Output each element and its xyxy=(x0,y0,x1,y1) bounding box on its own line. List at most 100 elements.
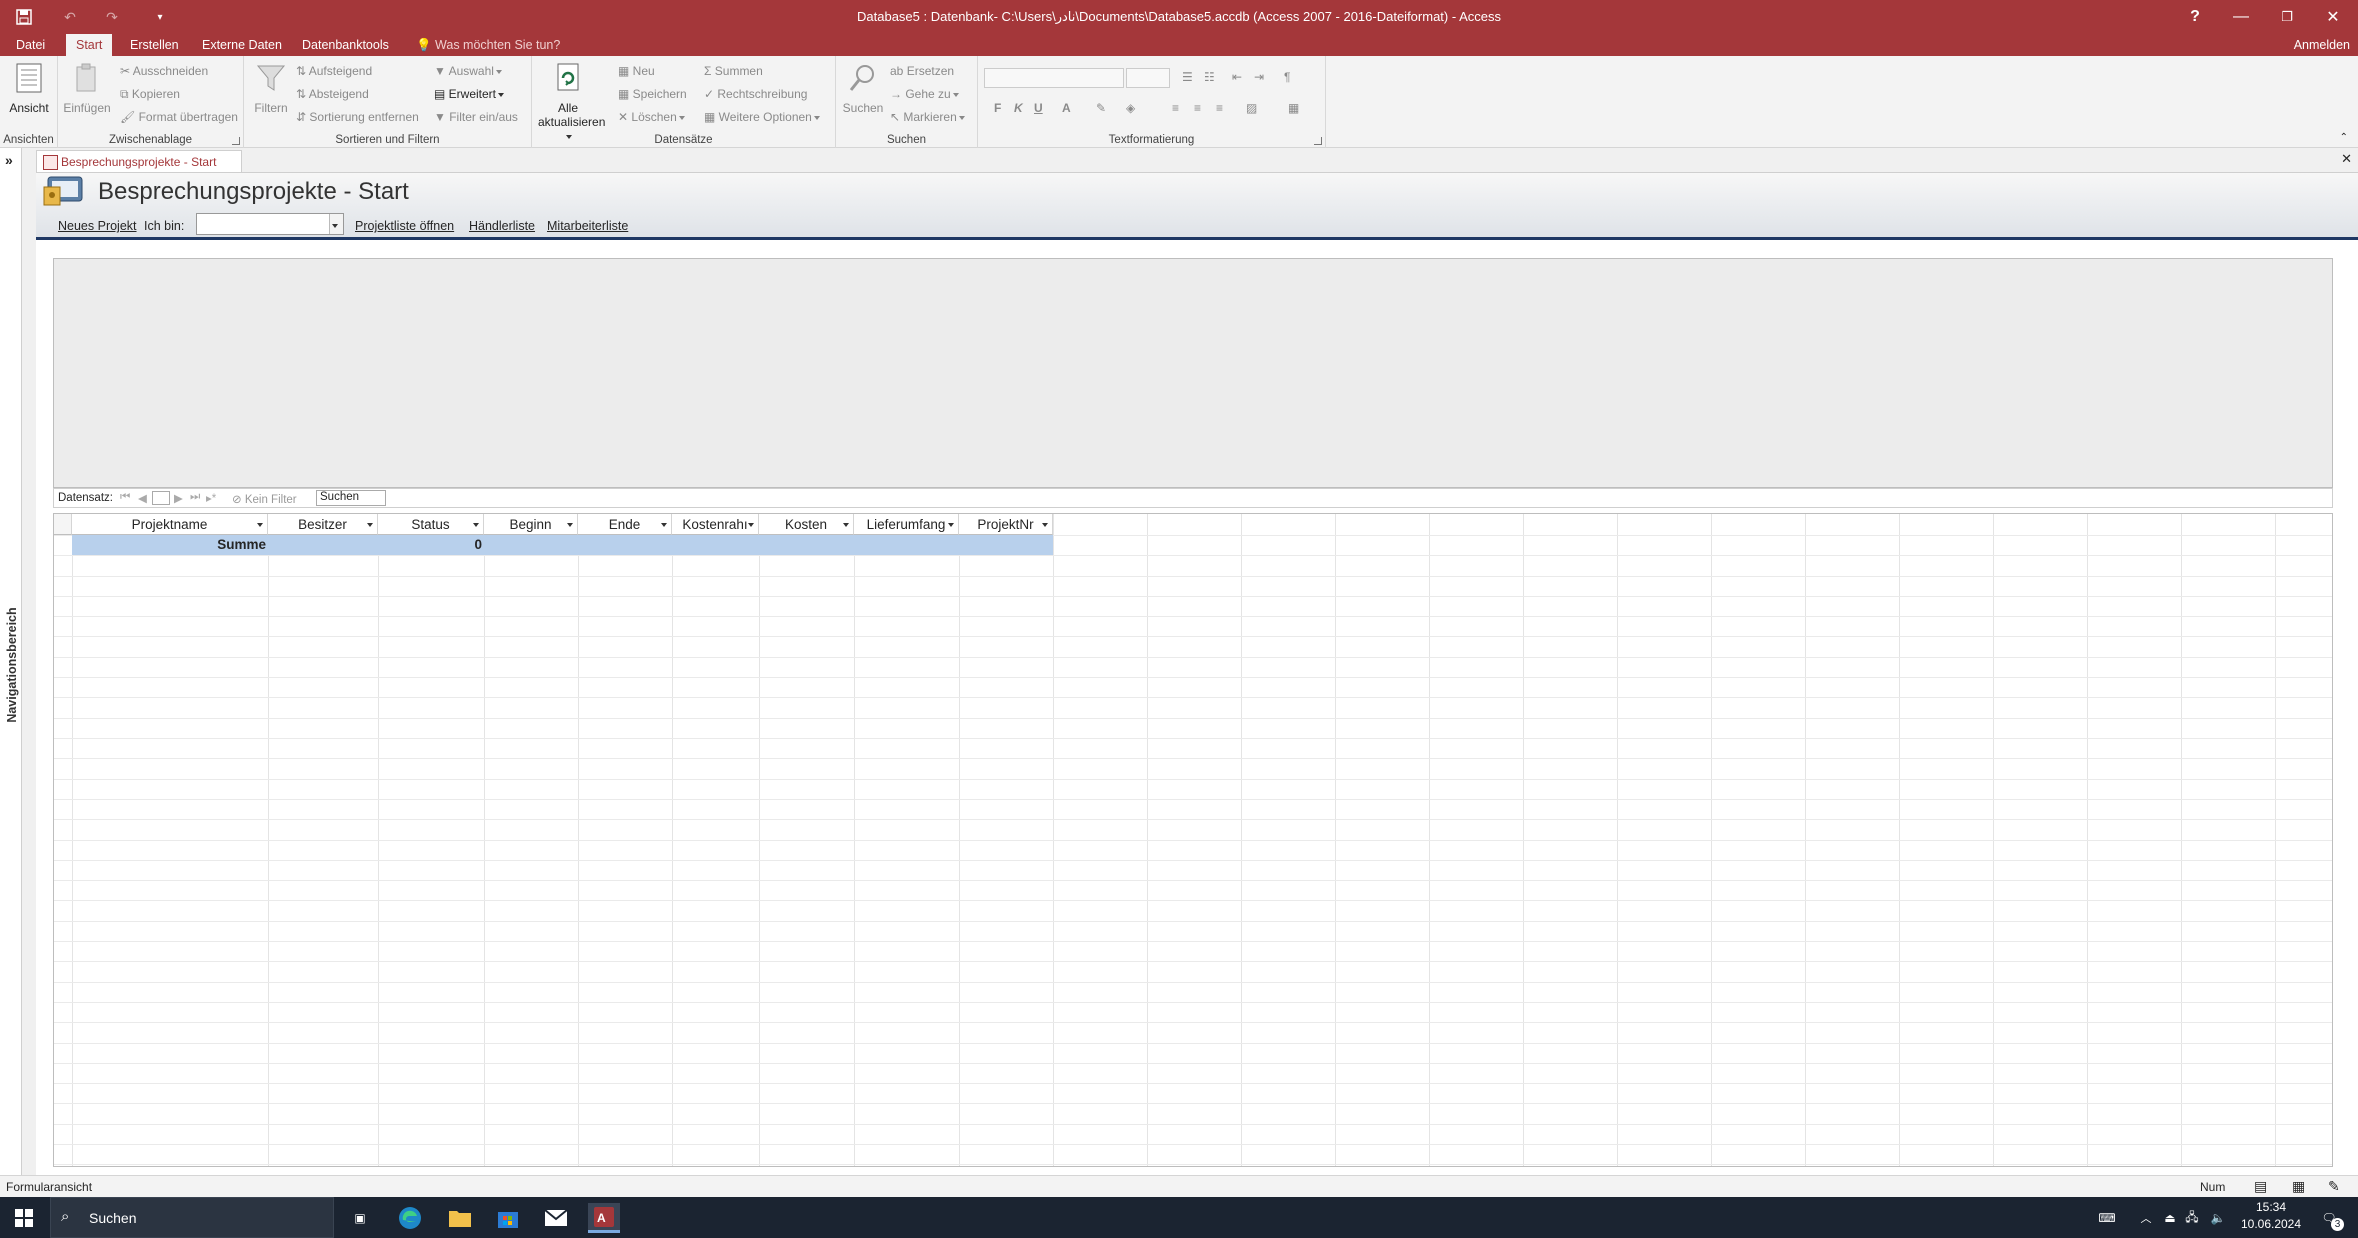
mail-icon[interactable] xyxy=(540,1203,572,1233)
filter-button[interactable]: Filtern xyxy=(250,62,292,115)
sort-dropdown-icon[interactable] xyxy=(661,523,667,527)
row-selector-header[interactable] xyxy=(54,514,72,535)
numbering-icon[interactable]: ☷ xyxy=(1204,70,1215,84)
close-document-button[interactable]: ✕ xyxy=(2341,151,2352,167)
design-view-icon[interactable]: ✎ xyxy=(2328,1178,2340,1195)
align-left-icon[interactable]: ≡ xyxy=(1172,101,1179,115)
close-button[interactable]: ✕ xyxy=(2310,0,2356,34)
collapse-ribbon-icon[interactable]: ⌃ xyxy=(2340,132,2348,143)
cut-button[interactable]: ✂ Ausschneiden xyxy=(120,64,208,78)
document-tab[interactable]: Besprechungsprojekte - Start xyxy=(36,150,242,172)
windows-start-icon[interactable] xyxy=(8,1203,40,1233)
column-header-status[interactable]: Status xyxy=(378,514,484,535)
sort-dropdown-icon[interactable] xyxy=(567,523,573,527)
tab-externe-daten[interactable]: Externe Daten xyxy=(192,34,292,56)
tab-datenbanktools[interactable]: Datenbanktools xyxy=(292,34,399,56)
no-filter-button[interactable]: ⊘ Kein Filter xyxy=(232,492,297,506)
column-header-besitzer[interactable]: Besitzer xyxy=(268,514,378,535)
totals-row[interactable]: Summe 0 xyxy=(72,535,1053,555)
new-project-link[interactable]: Neues Projekt xyxy=(58,219,137,233)
remove-sort-button[interactable]: ⇵ Sortierung entfernen xyxy=(296,110,419,124)
save-record-button[interactable]: ▦ Speichern xyxy=(618,87,687,101)
bold-button[interactable]: F xyxy=(994,101,1001,115)
iam-combobox[interactable] xyxy=(196,213,344,235)
view-button[interactable]: Ansicht xyxy=(4,62,54,115)
selection-button[interactable]: ▼ Auswahl xyxy=(434,64,502,78)
goto-button[interactable]: → Gehe zu xyxy=(890,87,959,101)
column-header-ende[interactable]: Ende xyxy=(578,514,672,535)
background-color-icon[interactable]: ▨ xyxy=(1246,101,1257,115)
chevron-down-icon[interactable] xyxy=(329,214,343,234)
staff-list-link[interactable]: Mitarbeiterliste xyxy=(547,219,628,233)
format-painter-button[interactable]: 🖌 Format übertragen xyxy=(120,110,238,124)
column-header-lieferumfang[interactable]: Lieferumfang xyxy=(854,514,959,535)
sort-ascending-button[interactable]: ⇅ Aufsteigend xyxy=(296,64,372,78)
advanced-filter-button[interactable]: ▤ Erweitert xyxy=(434,87,505,101)
toggle-filter-button[interactable]: ▼ Filter ein/aus xyxy=(434,110,518,124)
minimize-button[interactable]: — xyxy=(2218,0,2264,34)
refresh-all-button[interactable]: Alle aktualisieren xyxy=(538,62,605,143)
next-record-icon[interactable]: ▶ xyxy=(174,491,183,505)
column-header-beginn[interactable]: Beginn xyxy=(484,514,578,535)
access-app-icon[interactable]: A xyxy=(588,1203,620,1233)
new-record-button[interactable]: ▦ Neu xyxy=(618,64,655,78)
more-options-button[interactable]: ▦ Weitere Optionen xyxy=(704,110,820,124)
paste-button[interactable]: Einfügen xyxy=(62,62,112,115)
keyboard-icon[interactable]: ⌨ xyxy=(2092,1203,2122,1233)
select-button[interactable]: ↖ Markieren xyxy=(890,110,965,124)
spelling-button[interactable]: ✓ Rechtschreibung xyxy=(704,87,807,101)
prev-record-icon[interactable]: ◀ xyxy=(138,491,147,505)
notification-icon[interactable]: 🗨 3 xyxy=(2312,1203,2346,1233)
column-header-projektname[interactable]: Projektname xyxy=(72,514,268,535)
first-record-icon[interactable]: ⏮ xyxy=(120,491,130,504)
form-view-icon[interactable]: ▤ xyxy=(2254,1178,2267,1195)
usb-icon[interactable]: ⏏ xyxy=(2160,1203,2180,1233)
tray-chevron-icon[interactable]: ︿ xyxy=(2136,1203,2156,1233)
text-launcher-icon[interactable] xyxy=(1314,137,1322,145)
sort-dropdown-icon[interactable] xyxy=(948,523,954,527)
sort-dropdown-icon[interactable] xyxy=(473,523,479,527)
sort-dropdown-icon[interactable] xyxy=(1042,523,1048,527)
gridlines-icon[interactable]: ▦ xyxy=(1288,101,1299,115)
navigation-pane[interactable]: » Navigationsbereich xyxy=(0,148,22,1175)
tell-me-search[interactable]: 💡 Was möchten Sie tun? xyxy=(416,34,560,56)
italic-button[interactable]: K xyxy=(1014,101,1023,115)
find-button[interactable]: Suchen xyxy=(840,62,886,115)
tab-erstellen[interactable]: Erstellen xyxy=(120,34,189,56)
underline-button[interactable]: U xyxy=(1034,101,1043,115)
layout-view-icon[interactable]: ▦ xyxy=(2292,1178,2305,1195)
edge-browser-icon[interactable] xyxy=(394,1203,426,1233)
taskbar-search-box[interactable]: ⌕ Suchen xyxy=(50,1197,334,1238)
file-explorer-icon[interactable] xyxy=(444,1203,476,1233)
bullets-icon[interactable]: ☰ xyxy=(1182,70,1193,84)
delete-record-button[interactable]: ✕ Löschen xyxy=(618,110,685,124)
copy-button[interactable]: ⧉ Kopieren xyxy=(120,87,180,102)
volume-icon[interactable]: 🔈 xyxy=(2208,1203,2228,1233)
open-project-list-link[interactable]: Projektliste öffnen xyxy=(355,219,454,233)
record-number-input[interactable] xyxy=(152,491,170,505)
sort-dropdown-icon[interactable] xyxy=(843,523,849,527)
align-center-icon[interactable]: ≡ xyxy=(1194,101,1201,115)
sort-dropdown-icon[interactable] xyxy=(748,523,754,527)
clipboard-launcher-icon[interactable] xyxy=(232,137,240,145)
column-header-kosten[interactable]: Kosten xyxy=(759,514,854,535)
network-icon[interactable]: 🖧 xyxy=(2182,1203,2202,1233)
indent-increase-icon[interactable]: ⇥ xyxy=(1254,70,1264,84)
sort-dropdown-icon[interactable] xyxy=(257,523,263,527)
last-record-icon[interactable]: ⏭ xyxy=(190,491,200,504)
tab-datei[interactable]: Datei xyxy=(6,34,55,56)
font-color-button[interactable]: A xyxy=(1062,101,1071,115)
tab-start[interactable]: Start xyxy=(66,34,113,56)
help-button[interactable]: ? xyxy=(2172,0,2218,34)
nav-pane-toggle[interactable]: » xyxy=(5,152,13,168)
font-size-dropdown[interactable] xyxy=(1126,68,1170,88)
font-name-dropdown[interactable] xyxy=(984,68,1124,88)
sign-in-link[interactable]: Anmelden xyxy=(2294,34,2350,56)
totals-button[interactable]: Σ Summen xyxy=(704,64,763,78)
restore-button[interactable]: ❐ xyxy=(2264,0,2310,34)
fill-color-icon[interactable]: ◈ xyxy=(1126,101,1135,115)
sort-dropdown-icon[interactable] xyxy=(367,523,373,527)
rtl-icon[interactable]: ¶ xyxy=(1284,70,1290,84)
record-search-input[interactable]: Suchen xyxy=(316,490,386,506)
align-right-icon[interactable]: ≡ xyxy=(1216,101,1223,115)
